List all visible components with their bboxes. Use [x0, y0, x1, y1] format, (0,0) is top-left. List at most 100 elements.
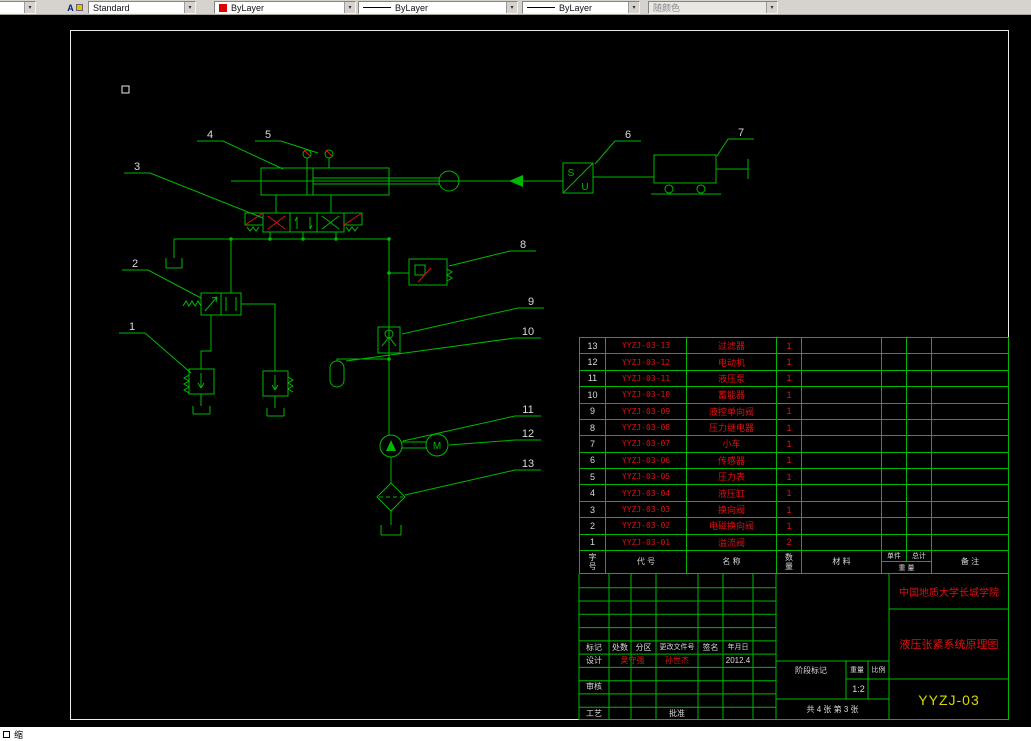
part-qty: 1 [776, 369, 801, 387]
part-code: YYZJ-03-05 [605, 468, 686, 485]
school-name: 中国地质大学长城学院 [899, 588, 999, 599]
linetype-preview [363, 7, 391, 8]
part-code: YYZJ-03-08 [605, 418, 686, 436]
part-no: 4 [579, 484, 605, 501]
style-combo-value: Standard [93, 2, 130, 13]
part-material [801, 386, 881, 403]
part-no: 13 [579, 337, 605, 354]
part-material [801, 533, 881, 550]
chevron-down-icon[interactable]: ▾ [344, 2, 355, 13]
chevron-down-icon[interactable]: ▾ [184, 2, 195, 13]
part-unit-weight [881, 484, 906, 501]
approve-label: 批准 [669, 709, 685, 718]
part-material [801, 353, 881, 370]
table-row: 12 YYZJ-03-12 电动机 1 [579, 353, 1008, 370]
part-no: 7 [579, 435, 605, 452]
trolley-symbol [653, 154, 717, 194]
drawing-sheet[interactable]: S U M 1 2 3 4 5 6 7 8 9 10 11 12 13 13 Y… [70, 30, 1009, 720]
accumulator-symbol [329, 360, 345, 388]
header-no: 字号 [579, 549, 605, 573]
grip-point[interactable] [121, 85, 130, 94]
stage-label: 阶段标记 [795, 665, 827, 675]
part-no: 5 [579, 468, 605, 485]
svg-text:S: S [568, 168, 575, 179]
table-row: 7 YYZJ-03-07 小车 1 [579, 435, 1008, 452]
part-material [801, 517, 881, 534]
drawing-number: YYZJ-03 [918, 691, 980, 708]
pump-symbol [379, 434, 403, 458]
part-code: YYZJ-03-12 [605, 353, 686, 370]
part-unit-weight [881, 500, 906, 518]
part-qty: 1 [776, 500, 801, 518]
part-code: YYZJ-03-07 [605, 435, 686, 452]
part-material [801, 451, 881, 469]
part-code: YYZJ-03-04 [605, 484, 686, 501]
lineweight-combo[interactable]: ByLayer ▾ [522, 1, 640, 14]
parts-header-row: 字号 代 号 名 称 数量 材 料 单件 总计 重 量 备 注 [579, 549, 1008, 573]
callout-3: 3 [134, 161, 140, 173]
color-combo[interactable]: ByLayer ▾ [214, 1, 356, 14]
part-name: 液控单向阀 [686, 402, 776, 419]
drawing-title: 液压张紧系统原理图 [899, 639, 999, 651]
part-name: 蓄能器 [686, 386, 776, 403]
part-unit-weight [881, 402, 906, 419]
part-qty: 1 [776, 386, 801, 403]
part-total-weight [906, 337, 931, 354]
part-code: YYZJ-03-11 [605, 369, 686, 387]
part-name: 压力继电器 [686, 418, 776, 436]
solenoid-valve-symbol [182, 292, 242, 316]
motor-symbol: M [402, 433, 449, 457]
part-name: 电磁换向阀 [686, 517, 776, 534]
linetype-combo[interactable]: ByLayer ▾ [358, 1, 518, 14]
sheet-info: 共 4 张 第 3 张 [806, 705, 859, 714]
part-unit-weight [881, 386, 906, 403]
part-unit-weight [881, 353, 906, 370]
callout-8: 8 [520, 239, 526, 251]
part-qty: 1 [776, 337, 801, 354]
part-remark [931, 484, 1008, 501]
part-unit-weight [881, 517, 906, 534]
header-code: 代 号 [605, 549, 686, 573]
part-qty: 1 [776, 418, 801, 436]
part-total-weight [906, 500, 931, 518]
pressure-gauge-icons [302, 149, 334, 159]
svg-text:M: M [433, 441, 441, 452]
part-qty: 1 [776, 468, 801, 485]
chevron-down-icon[interactable]: ▾ [506, 2, 517, 13]
part-material [801, 369, 881, 387]
part-name: 换向阀 [686, 500, 776, 518]
part-remark [931, 402, 1008, 419]
style-combo[interactable]: Standard ▾ [88, 1, 196, 14]
chevron-down-icon[interactable]: ▾ [24, 2, 35, 13]
text-style-icon[interactable]: A [64, 1, 86, 14]
rev-header-count: 处数 [612, 642, 628, 652]
table-row: 2 YYZJ-03-02 电磁换向阀 1 [579, 517, 1008, 534]
part-remark [931, 533, 1008, 550]
command-icon [3, 730, 10, 738]
header-weight: 单件 总计 重 量 [881, 549, 931, 573]
part-remark [931, 337, 1008, 354]
chevron-down-icon[interactable]: ▾ [628, 2, 639, 13]
directional-valve-symbol [244, 212, 363, 233]
part-total-weight [906, 517, 931, 534]
lineweight-combo-value: ByLayer [559, 2, 593, 13]
part-no: 2 [579, 517, 605, 534]
design-name: 吴守强 [620, 656, 645, 665]
filter-symbol [376, 482, 406, 512]
part-remark [931, 418, 1008, 436]
scale-label: 比例 [871, 667, 886, 674]
left-combo[interactable]: ▾ [0, 1, 36, 14]
table-row: 13 YYZJ-03-13 过滤器 1 [579, 337, 1008, 354]
part-name: 电动机 [686, 353, 776, 370]
design-date: 2012.4 [725, 656, 751, 665]
part-unit-weight [881, 418, 906, 436]
part-name: 溢流阀 [686, 533, 776, 550]
table-row: 11 YYZJ-03-11 液压泵 1 [579, 369, 1008, 387]
header-name: 名 称 [686, 549, 776, 573]
part-code: YYZJ-03-01 [605, 533, 686, 550]
linetype-combo-value: ByLayer [395, 2, 429, 13]
callout-2: 2 [132, 258, 138, 270]
part-no: 10 [579, 386, 605, 403]
header-material: 材 料 [801, 549, 881, 573]
command-bar[interactable]: 缩 [0, 727, 1031, 741]
